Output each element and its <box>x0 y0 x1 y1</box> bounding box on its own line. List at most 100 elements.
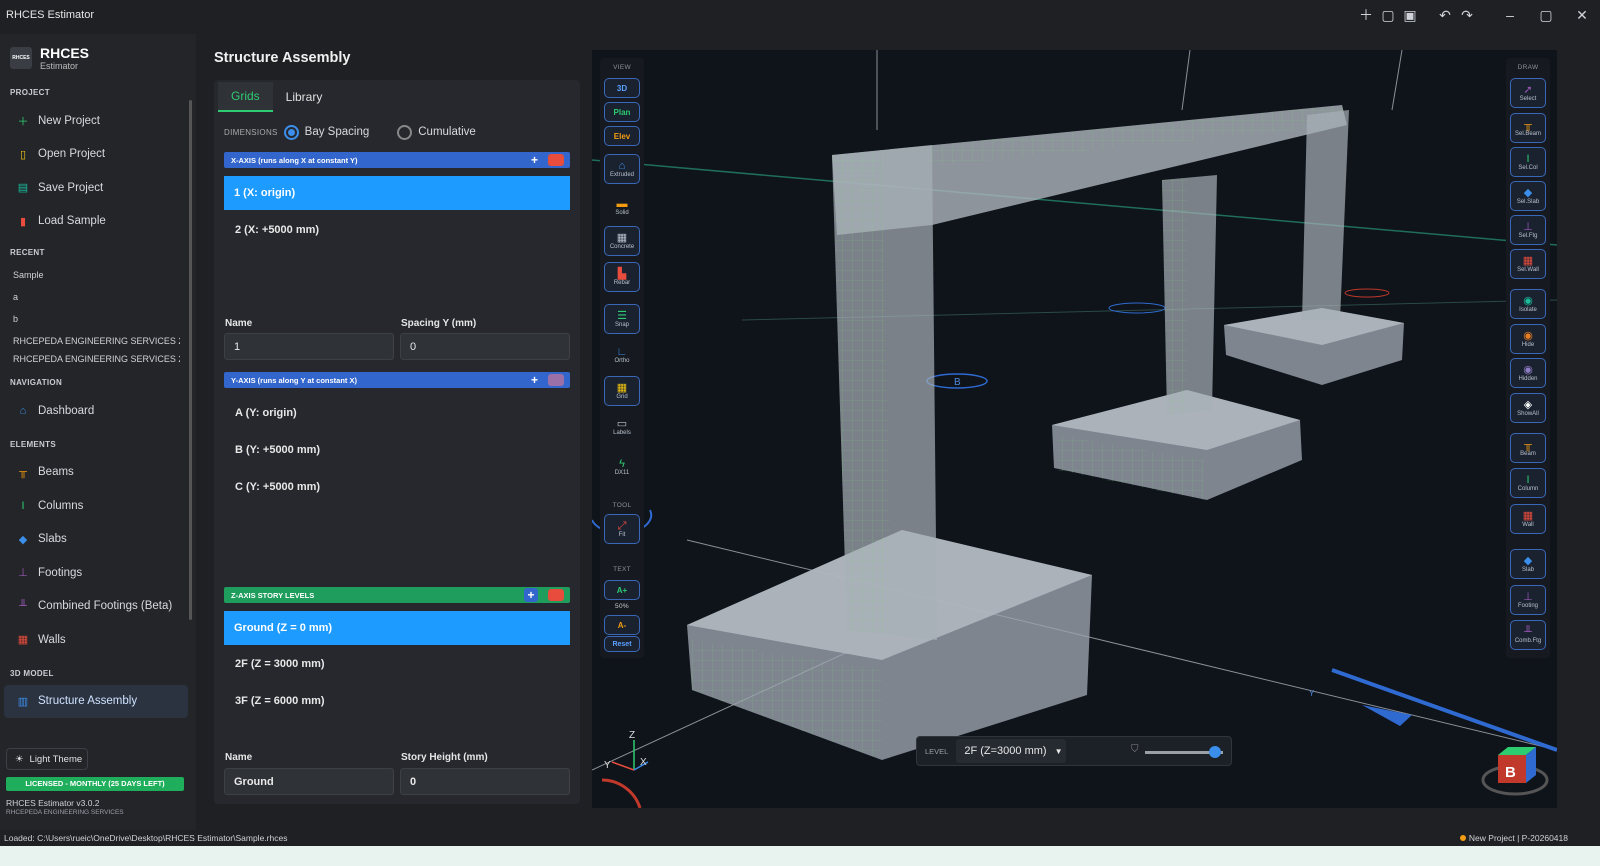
grid-button[interactable]: ▦ Grid <box>604 376 640 406</box>
sidebar-item-walls[interactable]: ▦ Walls <box>0 623 196 657</box>
add-z-level-button[interactable]: + <box>524 588 538 602</box>
recent-item[interactable]: a <box>0 286 180 308</box>
sidebar-item-structure-assembly[interactable]: ▥ Structure Assembly <box>4 684 188 718</box>
snap-button[interactable]: ☰ Snap <box>604 304 640 334</box>
sidebar-item-slabs[interactable]: ◆ Slabs <box>0 523 196 557</box>
level-select[interactable]: 2F (Z=3000 mm) ▼ <box>956 739 1067 763</box>
view-group-label: VIEW <box>613 64 631 71</box>
sidebar-item-footings[interactable]: ⊥ Footings <box>0 556 196 590</box>
concrete-button[interactable]: ▦ Concrete <box>604 226 640 256</box>
sidebar-scrollbar[interactable] <box>189 100 192 620</box>
fit-button[interactable]: ⤢ Fit <box>604 514 640 544</box>
draw-slab-button[interactable]: ◆ Slab <box>1510 549 1546 579</box>
sidebar-item-dashboard[interactable]: ⌂ Dashboard <box>0 394 196 428</box>
text-increase-button[interactable]: A+ <box>604 580 640 600</box>
filter-icon[interactable]: ⛉ <box>1131 744 1139 755</box>
dimensions-row: DIMENSIONS Bay Spacing Cumulative <box>214 114 580 150</box>
x-grid-row[interactable]: 2 (X: +5000 mm) <box>224 213 570 247</box>
z-name-input[interactable]: Ground <box>224 768 394 795</box>
z-level-row[interactable]: 3F (Z = 6000 mm) <box>224 684 570 718</box>
new-project-button[interactable]: ＋ New Project <box>0 104 196 138</box>
draw-wall-button[interactable]: ▦ Wall <box>1510 504 1546 534</box>
add-y-grid-button[interactable]: + <box>531 373 538 387</box>
solid-button[interactable]: ▬ Solid <box>604 192 640 222</box>
nav-label: Walls <box>38 633 66 646</box>
tab-library[interactable]: Library <box>273 82 336 112</box>
open-project-button[interactable]: ▯ Open Project <box>0 138 196 172</box>
status-project-text: New Project | P-20260418 <box>1468 833 1568 843</box>
hide-button[interactable]: ◉ Hide <box>1510 324 1546 354</box>
save-project-button[interactable]: ▤ Save Project <box>0 171 196 205</box>
extruded-button[interactable]: ⌂ Extruded <box>604 154 640 184</box>
view-elev-button[interactable]: Elev <box>604 126 640 146</box>
draw-footing-button[interactable]: ⊥ Footing <box>1510 585 1546 615</box>
sidebar-item-combined-footings[interactable]: ╨ Combined Footings (Beta) <box>0 590 196 624</box>
section-3d-model: 3D MODEL <box>10 668 54 678</box>
z-level-row[interactable]: Ground (Z = 0 mm) <box>224 611 570 645</box>
rebar-button[interactable]: ▙ Rebar <box>604 262 640 292</box>
delete-x-grid-button[interactable] <box>548 154 564 166</box>
slider-knob[interactable] <box>1209 746 1222 758</box>
maximize-button[interactable]: ▢ <box>1528 0 1564 30</box>
select-footing-button[interactable]: ⊥ Sel.Ftg <box>1510 215 1546 245</box>
new-file-icon[interactable]: ▢ <box>1378 5 1398 25</box>
minimize-button[interactable]: – <box>1492 0 1528 30</box>
y-axis-title: Y-AXIS (runs along Y at constant X) <box>231 375 357 385</box>
y-grid-row[interactable]: C (Y: +5000 mm) <box>224 470 570 504</box>
z-height-input[interactable]: 0 <box>400 768 570 795</box>
view-plan-button[interactable]: Plan <box>604 102 640 122</box>
delete-y-grid-button[interactable] <box>548 374 564 386</box>
recent-item[interactable]: Sample <box>0 264 180 286</box>
cumulative-radio[interactable] <box>397 124 413 140</box>
ortho-button[interactable]: ∟ Ortho <box>604 340 640 370</box>
opacity-slider[interactable] <box>1145 746 1223 758</box>
nav-label: Slabs <box>38 533 67 546</box>
recent-item[interactable]: RHCEPEDA ENGINEERING SERVICES 2-... <box>0 352 180 362</box>
draw-label: Column <box>1517 486 1539 492</box>
draw-label: Sel.Slab <box>1516 199 1540 205</box>
load-sample-button[interactable]: ▮ Load Sample <box>0 205 196 239</box>
x-grid-row[interactable]: 1 (X: origin) <box>224 176 570 210</box>
y-grid-row[interactable]: B (Y: +5000 mm) <box>224 433 570 467</box>
hidden-button[interactable]: ◉ Hidden <box>1510 358 1546 388</box>
z-level-row[interactable]: 2F (Z = 3000 mm) <box>224 647 570 681</box>
add-icon[interactable]: ＋ <box>1356 5 1376 25</box>
close-button[interactable]: ✕ <box>1564 0 1600 30</box>
draw-beam-button[interactable]: ╥ Beam <box>1510 433 1546 463</box>
select-slab-button[interactable]: ◆ Sel.Slab <box>1510 181 1546 211</box>
select-wall-button[interactable]: ▦ Sel.Wall <box>1510 249 1546 279</box>
text-reset-button[interactable]: Reset <box>604 636 640 652</box>
save-icon[interactable]: ▣ <box>1400 5 1420 25</box>
delete-z-level-button[interactable] <box>548 589 564 601</box>
text-decrease-button[interactable]: A- <box>604 615 640 635</box>
sidebar-item-beams[interactable]: ╥ Beams <box>0 456 196 490</box>
undo-icon[interactable]: ↶ <box>1435 5 1455 25</box>
page-title: Structure Assembly <box>214 50 351 66</box>
redo-icon[interactable]: ↷ <box>1457 5 1477 25</box>
isolate-button[interactable]: ◉ Isolate <box>1510 289 1546 319</box>
column-icon: I <box>1526 153 1530 165</box>
recent-item[interactable]: b <box>0 308 180 330</box>
recent-item[interactable]: RHCEPEDA ENGINEERING SERVICES 2-... <box>0 330 180 352</box>
labels-button[interactable]: ▭ Labels <box>604 412 640 442</box>
draw-column-button[interactable]: I Column <box>1510 468 1546 498</box>
select-button[interactable]: ➚ Select <box>1510 78 1546 108</box>
view-3d-button[interactable]: 3D <box>604 78 640 98</box>
section-elements: ELEMENTS <box>10 439 56 449</box>
tool-label: DX11 <box>614 470 630 476</box>
x-spacing-input[interactable]: 0 <box>400 333 570 360</box>
section-navigation: NAVIGATION <box>10 378 63 387</box>
dx11-button[interactable]: ϟ DX11 <box>604 452 640 482</box>
show-all-button[interactable]: ◈ ShowAll <box>1510 393 1546 423</box>
sidebar-item-columns[interactable]: I Columns <box>0 489 196 523</box>
select-column-button[interactable]: I Sel.Col <box>1510 147 1546 177</box>
draw-combined-footing-button[interactable]: ╨ Comb.Ftg <box>1510 620 1546 650</box>
y-grid-row[interactable]: A (Y: origin) <box>224 396 570 430</box>
add-x-grid-button[interactable]: + <box>531 153 538 167</box>
3d-viewport[interactable]: B Y Z Y X B <box>592 50 1557 808</box>
x-name-input[interactable]: 1 <box>224 333 394 360</box>
select-beam-button[interactable]: ╥ Sel.Beam <box>1510 113 1546 143</box>
bay-spacing-radio[interactable] <box>283 124 299 140</box>
theme-toggle-button[interactable]: ☀ Light Theme <box>6 748 88 770</box>
tab-grids[interactable]: Grids <box>218 82 273 112</box>
